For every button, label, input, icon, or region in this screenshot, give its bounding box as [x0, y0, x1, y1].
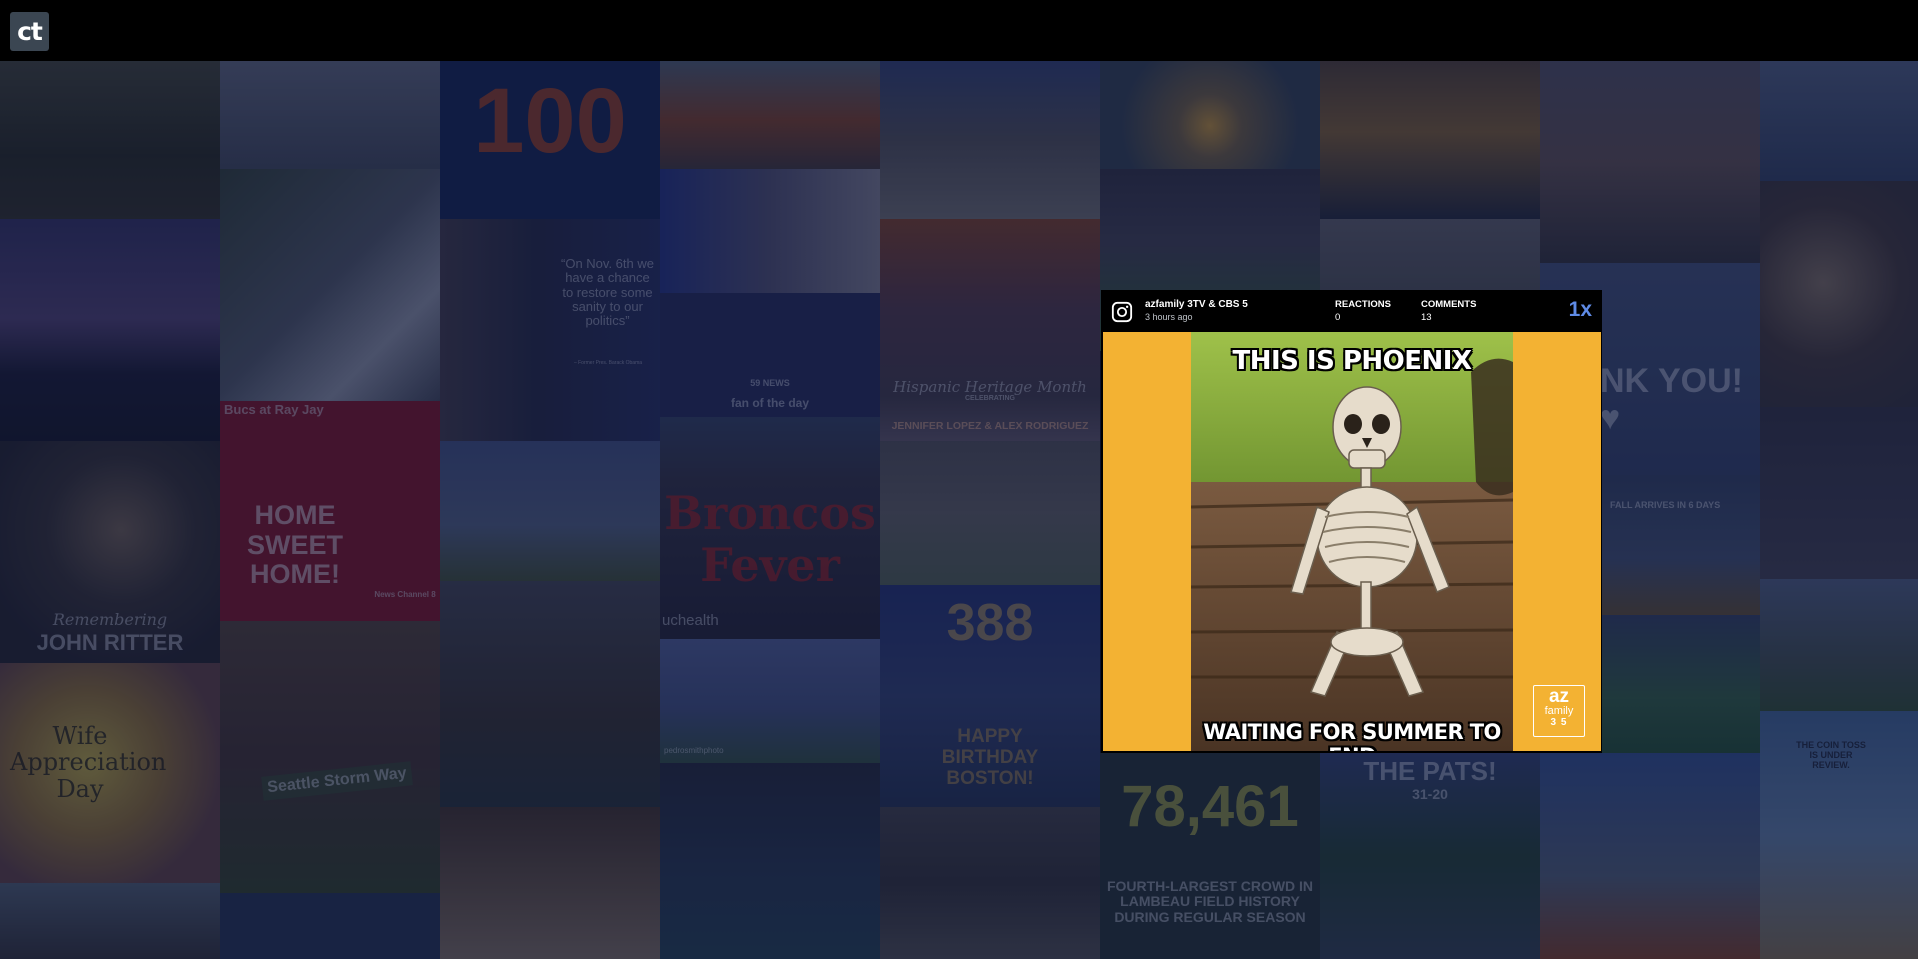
tile-uchealth: uchealth	[662, 612, 719, 629]
tile-channel8: News Channel 8	[374, 590, 436, 599]
mosaic-tile-dusk-sky[interactable]	[1320, 61, 1540, 219]
mosaic-tile-buses[interactable]	[660, 61, 880, 169]
mosaic-tile-elderly-man[interactable]	[1760, 181, 1918, 407]
featured-post[interactable]: azfamily 3TV & CBS 5 3 hours ago REACTIO…	[1101, 290, 1602, 753]
mosaic-tile-buccaneers[interactable]: Bucs at Ray Jay HOME SWEET HOME! News Ch…	[220, 401, 440, 621]
mosaic-tile-seattle-storm[interactable]: Seattle Storm Way	[220, 621, 440, 893]
mosaic-tile-dog-rescue[interactable]	[0, 61, 220, 219]
mosaic-tile-broncos-100[interactable]: 100	[440, 61, 660, 219]
mosaic-tile-boston-388[interactable]: 388 HAPPY BIRTHDAY BOSTON!	[880, 585, 1100, 807]
mosaic-tile-stadium-night[interactable]	[220, 893, 440, 959]
mosaic-tile-family[interactable]	[880, 441, 1100, 585]
badge-line3: 3 5	[1550, 717, 1568, 728]
mosaic-tile-fan-of-day[interactable]: 59 NEWS fan of the day	[660, 293, 880, 417]
mosaic-tile-street-festival[interactable]	[1540, 61, 1760, 263]
tile-obama-quote: “On Nov. 6th we have a chance to restore…	[561, 256, 654, 329]
mosaic-tile-broncos-fever[interactable]: Broncos Fever uchealth	[660, 417, 880, 639]
tile-broncos-fever: Broncos Fever	[664, 486, 876, 592]
reactions-label: REACTIONS	[1335, 299, 1391, 310]
tile-hispanic-heritage: Hispanic Heritage Month	[893, 378, 1087, 396]
badge-line1: az	[1548, 686, 1570, 707]
app-logo[interactable]: ct	[10, 12, 49, 51]
meme-bottom-text: WAITING FOR SUMMER TO END	[1203, 720, 1501, 751]
tile-birthday-text: HAPPY BIRTHDAY BOSTON!	[941, 726, 1039, 789]
mosaic-tile-crash-scene[interactable]	[1760, 579, 1918, 711]
mosaic-tile-smiling-child[interactable]	[440, 807, 660, 959]
mosaic-tile-kayak[interactable]	[660, 763, 880, 959]
tile-bucs-caption: Bucs at Ray Jay	[224, 402, 324, 417]
post-time: 3 hours ago	[1145, 312, 1193, 322]
tile-crowd-text: FOURTH-LARGEST CROWD IN LAMBEAU FIELD HI…	[1106, 878, 1314, 925]
mosaic-tile-stadium-exterior[interactable]	[1760, 61, 1918, 181]
comments-count: 13	[1421, 312, 1432, 323]
meme-top-text: THIS IS PHOENIX	[1232, 346, 1472, 376]
tile-comic-text: THE COIN TOSS IS UNDER REVIEW.	[1796, 740, 1866, 770]
reactions-count: 0	[1335, 312, 1341, 323]
mosaic-tile-lambeau-crowd[interactable]: 78,461 FOURTH-LARGEST CROWD IN LAMBEAU F…	[1100, 753, 1320, 959]
post-author[interactable]: azfamily 3TV & CBS 5	[1145, 299, 1248, 310]
reactions-stat: REACTIONS 0	[1335, 299, 1391, 323]
post-media[interactable]: THIS IS PHOENIX WAITING FOR SUMMER TO EN…	[1103, 332, 1601, 751]
mosaic-tile-broncos-stadium[interactable]	[1540, 753, 1760, 959]
post-header: azfamily 3TV & CBS 5 3 hours ago REACTIO…	[1101, 290, 1602, 332]
tile-news59: 59 NEWS	[750, 378, 790, 388]
mosaic-tile-john-ritter[interactable]: Remembering JOHN RITTER	[0, 441, 220, 663]
mosaic-tile-wife-appreciation[interactable]: Wife Appreciation Day	[0, 663, 220, 883]
meme-image: THIS IS PHOENIX WAITING FOR SUMMER TO EN…	[1191, 332, 1513, 751]
mosaic-tile-lodge[interactable]	[0, 883, 220, 959]
tile-fan-of-day: fan of the day	[730, 396, 809, 410]
mosaic-tile-baseball[interactable]	[440, 441, 660, 581]
badge-line2: family	[1544, 705, 1574, 717]
tile-obama-attrib: – Former Pres. Barack Obama	[573, 360, 643, 366]
mosaic-tile-obama[interactable]: “On Nov. 6th we have a chance to restore…	[440, 219, 660, 441]
instagram-icon[interactable]	[1111, 301, 1133, 323]
tile-wife-day: Wife Appreciation Day	[10, 722, 167, 803]
mosaic-tile-cowboys-giants[interactable]	[660, 169, 880, 293]
tile-ritter-name: JOHN RITTER	[36, 630, 184, 655]
mosaic-tile-flood-rescue[interactable]	[440, 581, 660, 807]
top-bar: ct	[0, 0, 1918, 61]
mosaic-tile-police-car[interactable]	[220, 169, 440, 401]
tile-pats-score: 31-20	[1412, 786, 1448, 802]
playback-speed-button[interactable]: 1x	[1569, 298, 1592, 322]
tile-birthday-number: 388	[946, 594, 1034, 652]
mosaic-tile-comic[interactable]: THE COIN TOSS IS UNDER REVIEW.	[1760, 711, 1918, 959]
comments-label: COMMENTS	[1421, 299, 1477, 310]
mosaic-tile-sunset-desert[interactable]	[1100, 61, 1320, 169]
mosaic-tile-cheetah[interactable]	[880, 61, 1100, 219]
tile-photo-credit: pedrosmithphoto	[664, 746, 724, 755]
azfamily-logo: az family 3 5	[1533, 685, 1585, 737]
mosaic-tile-pats[interactable]: THE PATS! 31-20	[1320, 753, 1540, 959]
mosaic-tile-city-skyline[interactable]	[0, 219, 220, 441]
mosaic-tile-military-dinner[interactable]	[880, 807, 1100, 959]
mosaic-tile-vehicle[interactable]	[1760, 407, 1918, 579]
tile-fall-arrives: FALL ARRIVES IN 6 DAYS	[1610, 500, 1721, 510]
tile-storm-sign: Seattle Storm Way	[261, 761, 413, 801]
tile-hispanic-celebrating: CELEBRATING	[964, 395, 1016, 402]
tile-ritter-script: Remembering	[52, 610, 168, 629]
comments-stat: COMMENTS 13	[1421, 299, 1476, 323]
tile-crowd-number: 78,461	[1121, 774, 1299, 839]
tile-jlo-arod: JENNIFER LOPEZ & ALEX RODRIGUEZ	[891, 420, 1089, 432]
mosaic-tile-city-buildings[interactable]	[220, 61, 440, 169]
tile-thank-you: NK YOU! ♥	[1600, 362, 1743, 438]
mosaic-tile-jlo-arod[interactable]: CELEBRATING Hispanic Heritage Month JENN…	[880, 219, 1100, 441]
skeleton-illustration	[1191, 332, 1513, 751]
tile-pats: THE PATS!	[1363, 756, 1497, 786]
photo-mosaic: Remembering JOHN RITTER Wife Appreciatio…	[0, 61, 1918, 959]
tile-bucs-text: HOME SWEET HOME!	[246, 500, 343, 590]
tile-big-100: 100	[473, 70, 627, 172]
mosaic-tile-lake[interactable]: pedrosmithphoto	[660, 639, 880, 763]
